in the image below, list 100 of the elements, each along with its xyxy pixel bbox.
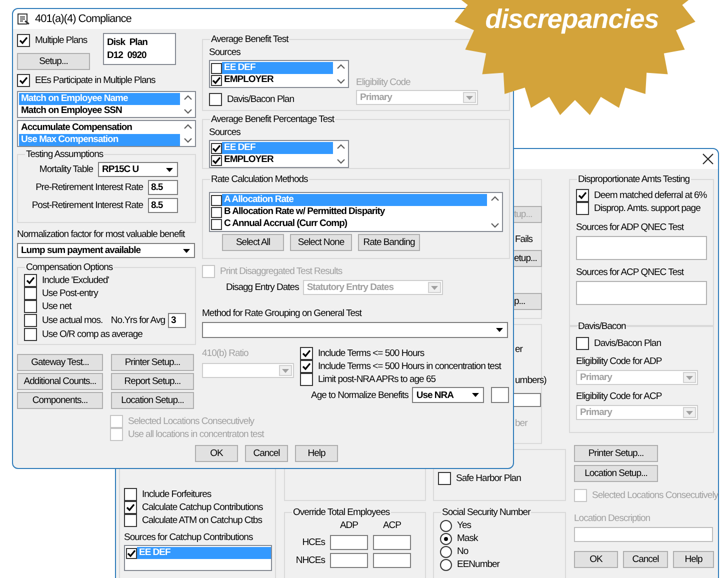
checkbox[interactable] — [576, 337, 589, 350]
scroll-up-icon[interactable] — [184, 124, 192, 129]
push-button[interactable]: Printer Setup... — [111, 354, 194, 371]
field-label: Pre-Retirement Interest Rate — [36, 181, 143, 194]
input-field[interactable]: 8.5 — [148, 198, 178, 213]
checkbox[interactable] — [300, 373, 313, 386]
close-icon[interactable] — [702, 153, 714, 165]
push-button[interactable]: OK — [195, 445, 238, 462]
checkbox[interactable] — [211, 142, 222, 154]
checkbox[interactable] — [211, 218, 222, 230]
field-label: Normalization factor for most valuable benefit — [17, 228, 186, 241]
push-button[interactable]: Help — [673, 551, 714, 568]
push-button[interactable]: Help — [295, 445, 338, 462]
row-label: NHCEs — [294, 554, 325, 567]
checkbox[interactable] — [300, 347, 313, 360]
checkbox[interactable] — [300, 360, 313, 373]
checkbox-label: Use net — [42, 300, 72, 313]
push-button[interactable]: Report Setup... — [111, 373, 194, 390]
push-button[interactable]: Gateway Test... — [17, 354, 103, 371]
dropdown[interactable] — [202, 322, 508, 338]
input-field[interactable] — [373, 553, 411, 568]
scroll-up-icon[interactable] — [336, 144, 344, 149]
radio-button[interactable] — [440, 532, 452, 544]
scroll-down-icon[interactable] — [336, 79, 344, 84]
list-item[interactable]: EMPLOYER — [222, 74, 333, 86]
scroll-up-icon[interactable] — [336, 64, 344, 69]
checkbox[interactable] — [576, 202, 589, 215]
scroll-up-icon[interactable] — [184, 95, 192, 100]
push-button[interactable]: Select None — [290, 234, 352, 251]
push-button[interactable]: Components... — [17, 392, 103, 409]
push-button[interactable]: Printer Setup... — [574, 445, 658, 462]
input-field[interactable] — [330, 535, 368, 550]
checkbox[interactable] — [576, 189, 589, 202]
checkbox[interactable] — [126, 548, 137, 558]
input-field[interactable] — [373, 535, 411, 550]
checkbox[interactable] — [17, 74, 30, 87]
list-item[interactable]: Disk Plan — [107, 36, 172, 49]
dropdown[interactable]: Lump sum payment available — [17, 243, 195, 258]
checkbox-label: Davis/Bacon Plan — [594, 337, 661, 350]
input-field[interactable] — [574, 527, 713, 542]
checkbox[interactable] — [24, 314, 37, 327]
column-header: ACP — [382, 519, 402, 532]
radio-button[interactable] — [440, 546, 452, 558]
list-item[interactable]: C Annual Accrual (Curr Comp) — [222, 218, 487, 230]
input-field[interactable]: 8.5 — [148, 180, 178, 195]
list-item[interactable]: Match on Employee SSN — [19, 105, 180, 117]
dropdown[interactable]: Use NRA — [412, 387, 484, 403]
push-button[interactable]: Select All — [222, 234, 284, 251]
checkbox[interactable] — [211, 194, 222, 206]
push-button[interactable]: Cancel — [623, 551, 668, 568]
scroll-down-icon[interactable] — [184, 109, 192, 114]
checkbox[interactable] — [209, 93, 222, 106]
push-button[interactable]: Setup... — [17, 53, 90, 70]
input-field[interactable] — [514, 393, 541, 407]
scroll-down-icon[interactable] — [336, 159, 344, 164]
label: Fails — [515, 233, 533, 246]
checkbox[interactable] — [124, 501, 137, 514]
push-button[interactable]: Cancel — [245, 445, 288, 462]
checkbox[interactable] — [438, 472, 451, 485]
input-field[interactable]: 3 — [168, 313, 186, 328]
checkbox[interactable] — [211, 62, 222, 74]
checkbox[interactable] — [211, 74, 222, 86]
checkbox[interactable] — [211, 154, 222, 166]
group-title: Testing Assumptions — [25, 148, 104, 161]
checkbox[interactable] — [124, 514, 137, 527]
group-title: Disproportionate Amts Testing — [577, 173, 691, 186]
radio-button[interactable] — [440, 558, 452, 570]
scroll-down-icon[interactable] — [184, 138, 192, 143]
checkbox-label: Limit post-NRA APRs to age 65 — [318, 373, 436, 386]
push-button[interactable]: OK — [574, 551, 618, 568]
list-item[interactable]: EMPLOYER — [222, 154, 333, 166]
push-button[interactable]: p... — [514, 293, 542, 310]
checkbox[interactable] — [24, 300, 37, 313]
checkbox[interactable] — [124, 488, 137, 501]
radio-button[interactable] — [440, 520, 452, 532]
scroll-down-icon[interactable] — [490, 223, 498, 228]
checkbox[interactable] — [24, 287, 37, 300]
push-button[interactable]: etup... — [514, 250, 542, 267]
push-button[interactable]: Location Setup... — [574, 465, 658, 482]
checkbox[interactable] — [24, 328, 37, 341]
list-item[interactable]: B Allocation Rate w/ Permitted Disparity — [222, 206, 487, 218]
input-field[interactable] — [330, 553, 368, 568]
list-item[interactable]: D12 0920 — [107, 49, 172, 62]
group-title: Override Total Employees — [292, 506, 391, 519]
checkbox[interactable] — [17, 34, 30, 47]
push-button[interactable]: Location Setup... — [111, 392, 194, 409]
checkbox[interactable] — [211, 206, 222, 218]
badge-text: discrepancies — [485, 4, 659, 34]
scroll-up-icon[interactable] — [490, 196, 498, 201]
radio-label: EENumber — [457, 558, 500, 571]
checkbox[interactable] — [24, 274, 37, 287]
dropdown[interactable]: RP15C U — [98, 162, 178, 177]
push-button[interactable]: Rate Banding — [358, 234, 420, 251]
list-item[interactable]: Accumulate Compensation — [19, 122, 180, 134]
field-label: Sources — [209, 46, 242, 59]
label: umbers) — [515, 374, 546, 387]
push-button[interactable]: Additional Counts... — [17, 373, 103, 390]
input-field[interactable] — [491, 387, 510, 403]
checkbox-label: Selected Locations Consecutively — [128, 415, 254, 428]
group-title: Davis/Bacon — [577, 320, 627, 333]
